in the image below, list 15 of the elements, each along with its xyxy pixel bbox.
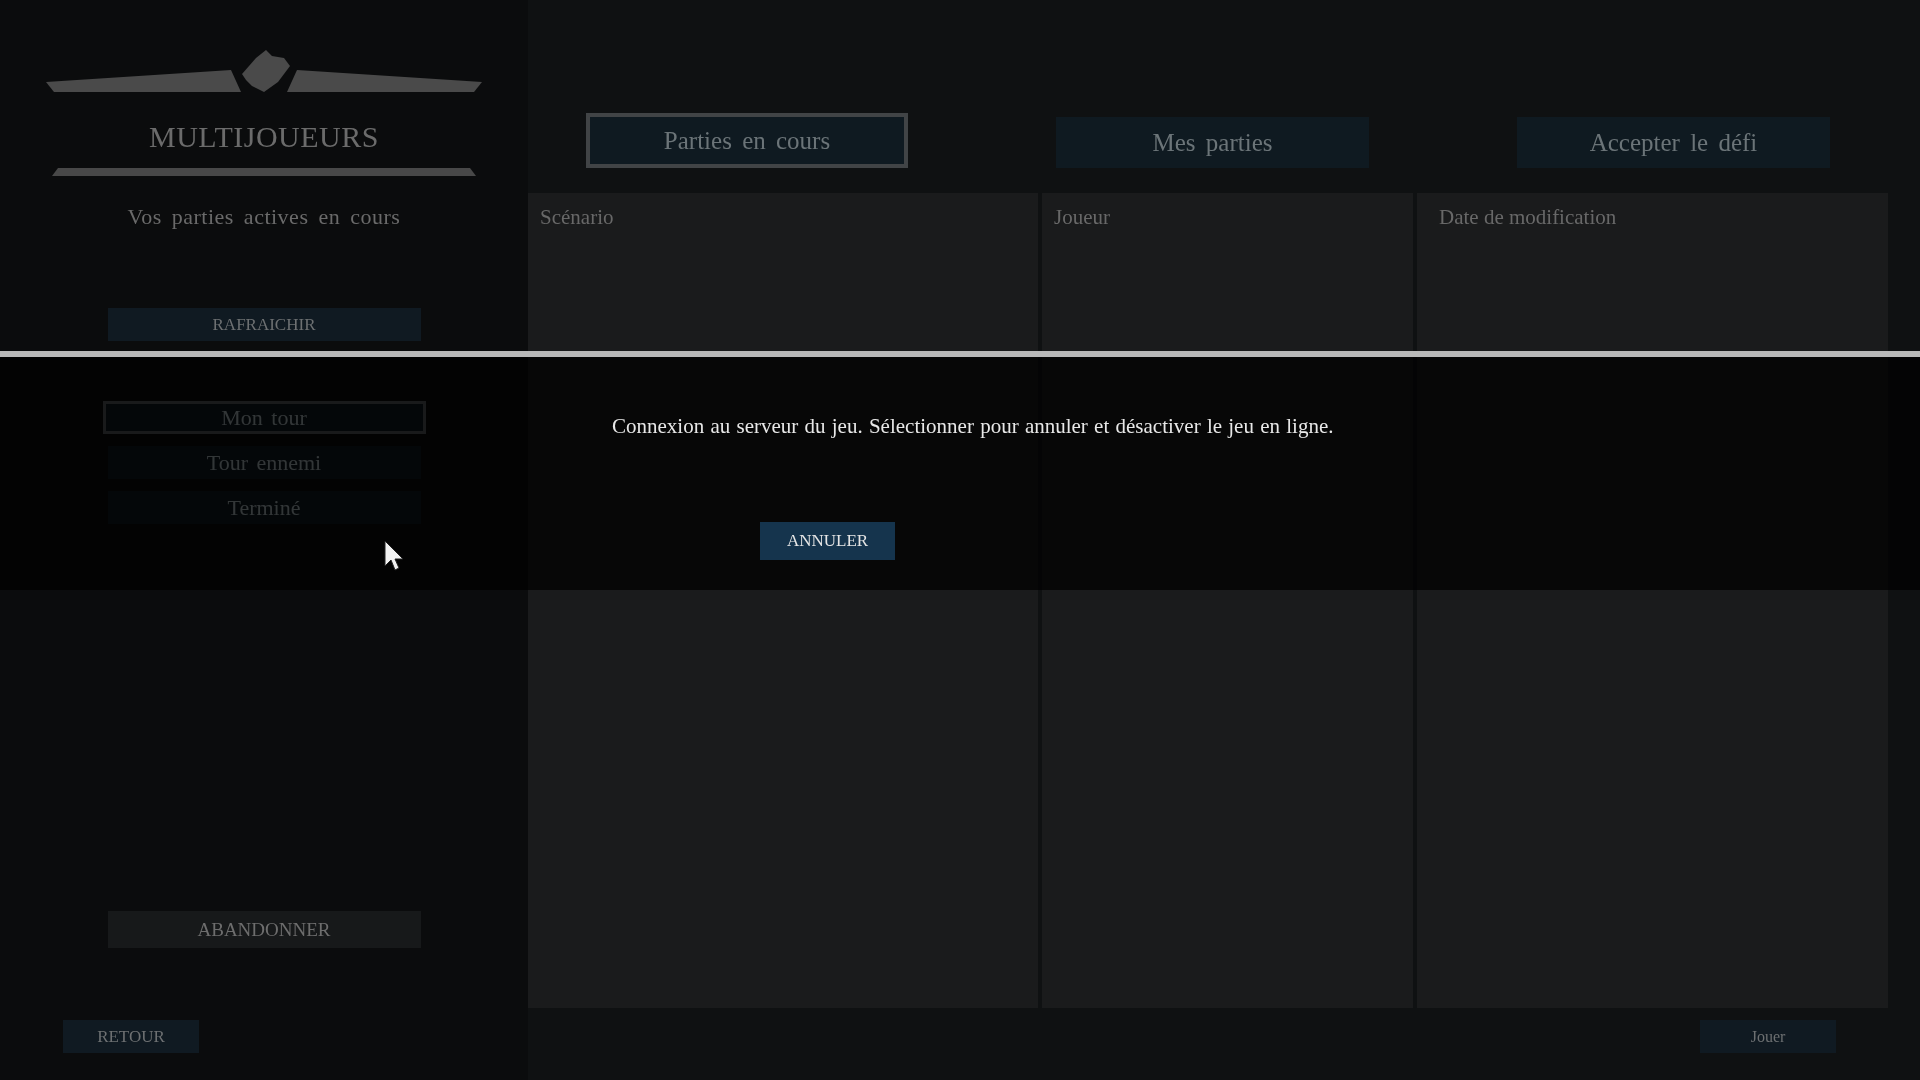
dialog-message: Connexion au serveur du jeu. Sélectionner pour annuler et désactiver le jeu en ligne. — [612, 414, 1334, 439]
column-header: Scénario — [540, 205, 614, 229]
play-button[interactable]: Jouer — [1700, 1020, 1836, 1053]
page-title: MULTIJOUEURS — [149, 120, 379, 154]
back-button[interactable]: RETOUR — [63, 1020, 199, 1053]
abandon-button[interactable]: ABANDONNER — [107, 911, 421, 948]
cancel-button[interactable]: ANNULER — [760, 522, 895, 560]
tab[interactable]: Parties en cours — [586, 113, 908, 168]
mouse-pointer-icon — [384, 540, 404, 572]
column-header: Date de modification — [1438, 205, 1617, 229]
column-header: Joueur — [1054, 205, 1110, 229]
refresh-button[interactable]: RAFRAICHIR — [107, 308, 421, 341]
tab[interactable]: Mes parties — [1056, 117, 1369, 168]
subtitle: Vos parties actives en cours — [127, 204, 401, 230]
tab[interactable]: Accepter le défi — [1517, 117, 1830, 168]
